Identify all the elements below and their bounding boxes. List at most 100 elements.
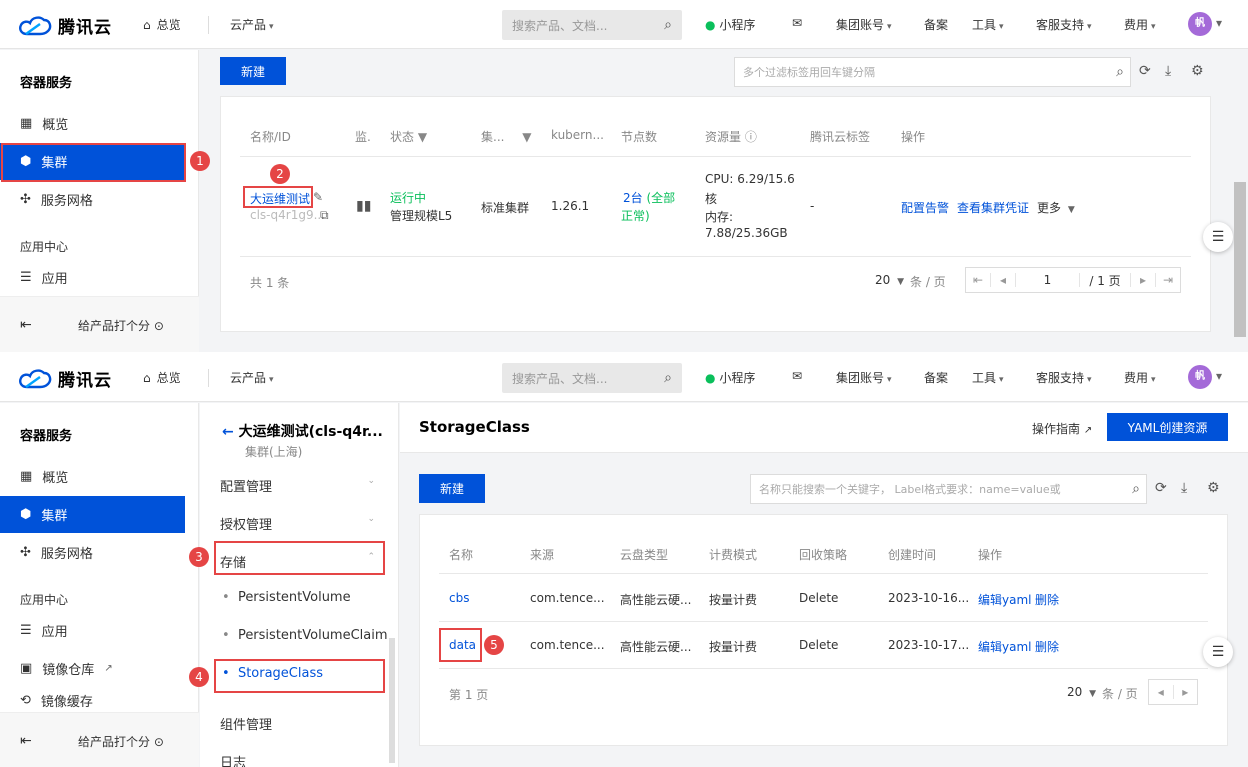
filter-icon[interactable]: ▼ <box>418 130 427 144</box>
created-cell: 2023-10-16... <box>888 591 970 605</box>
col-ops: 操作 <box>978 548 1003 562</box>
sidebar-item-image-cache[interactable]: ⟲ 镜像缓存 <box>0 688 185 712</box>
monitor-chart-icon[interactable]: ▮▮ <box>356 198 371 214</box>
list-toggle-icon[interactable]: ☰ <box>1203 222 1233 252</box>
global-search[interactable]: 搜索产品、文档... ⌕ <box>502 10 682 40</box>
col-status[interactable]: 状态 ▼ <box>390 128 427 145</box>
filter-icon[interactable]: ▼ <box>522 130 531 144</box>
new-cluster-button[interactable]: 新建 <box>220 57 286 85</box>
collapse-icon[interactable]: ⇤ <box>20 733 32 749</box>
download-icon[interactable]: ⤓ <box>1181 480 1187 496</box>
nav-group-account[interactable]: 集团账号 ▾ <box>836 16 892 33</box>
sidebar-item-image-repo[interactable]: ▣ 镜像仓库 ↗ <box>0 650 185 687</box>
last-page-icon[interactable]: ⇥ <box>1155 273 1180 287</box>
settings-icon[interactable]: ⚙ <box>1191 63 1204 79</box>
scrollbar[interactable] <box>1234 182 1246 337</box>
menu-components[interactable]: 组件管理 <box>220 714 272 733</box>
new-storageclass-button[interactable]: 新建 <box>419 474 485 503</box>
copy-icon[interactable]: ⧉ <box>320 208 329 223</box>
delete-link[interactable]: 删除 <box>1035 638 1059 655</box>
search-icon[interactable]: ⌕ <box>664 17 672 33</box>
next-page-icon[interactable]: ▸ <box>1174 685 1198 699</box>
refresh-icon[interactable]: ⟳ <box>1155 480 1167 496</box>
reclaim-cell: Delete <box>799 638 839 652</box>
sidebar-item-mesh[interactable]: ✣ 服务网格 <box>0 181 185 218</box>
nav-group-account[interactable]: 集团账号 ▾ <box>836 369 892 386</box>
nav-record[interactable]: 备案 <box>924 369 948 386</box>
back-link[interactable]: ← 大运维测试(cls-q4r... <box>222 421 383 441</box>
menu-logs[interactable]: 日志 <box>220 752 246 767</box>
chevron-down-icon[interactable]: ▾ <box>1216 369 1222 383</box>
nav-mini-program[interactable]: ● 小程序 <box>705 369 755 386</box>
prev-page-icon[interactable]: ◂ <box>991 273 1016 287</box>
callout-badge: 1 <box>190 151 210 171</box>
mail-icon[interactable]: ✉ <box>792 16 802 30</box>
sidebar-item-app[interactable]: ☰ 应用 <box>0 612 185 649</box>
collapse-icon[interactable]: ⇤ <box>20 317 32 333</box>
page-size-select[interactable]: 20 ▼ <box>1067 685 1096 699</box>
avatar[interactable]: 帆 <box>1188 365 1212 389</box>
sidebar-item-app[interactable]: ☰ 应用 <box>0 259 185 296</box>
col-type[interactable]: 集... ▼ <box>481 128 532 145</box>
nav-fees[interactable]: 费用 ▾ <box>1124 369 1156 386</box>
sidebar-item-cluster[interactable]: ⬢ 集群 <box>0 496 185 533</box>
yaml-create-button[interactable]: YAML创建资源 <box>1107 413 1228 441</box>
filter-input[interactable]: 名称只能搜索一个关键字， Label格式要求：name=value或 ⌕ <box>750 474 1147 504</box>
edit-icon[interactable]: ✎ <box>313 190 323 204</box>
settings-icon[interactable]: ⚙ <box>1207 480 1220 496</box>
nav-home[interactable]: ⌂ 总览 <box>143 16 181 33</box>
nav-tools[interactable]: 工具 ▾ <box>972 369 1004 386</box>
list-toggle-icon[interactable]: ☰ <box>1203 637 1233 667</box>
filter-input[interactable]: 多个过滤标签用回车键分隔 ⌕ <box>734 57 1131 87</box>
prev-page-icon[interactable]: ◂ <box>1149 685 1174 699</box>
nav-home[interactable]: ⌂ 总览 <box>143 369 181 386</box>
menu-config[interactable]: 配置管理 ⌄ <box>220 476 375 495</box>
download-icon[interactable]: ⤓ <box>1165 63 1171 79</box>
global-search[interactable]: 搜索产品、文档... ⌕ <box>502 363 682 393</box>
refresh-icon[interactable]: ⟳ <box>1139 63 1151 79</box>
nav-support[interactable]: 客服支持 ▾ <box>1036 369 1092 386</box>
storageclass-name-link[interactable]: cbs <box>449 591 469 605</box>
nav-cloud-products[interactable]: 云产品 ▾ <box>230 369 274 386</box>
nav-record[interactable]: 备案 <box>924 16 948 33</box>
edit-yaml-link[interactable]: 编辑yaml <box>978 638 1031 655</box>
more-dropdown[interactable]: 更多 ▼ <box>1037 199 1075 216</box>
tencent-cloud-logo[interactable]: 腾讯云 <box>18 12 112 38</box>
nav-fees[interactable]: 费用 ▾ <box>1124 16 1156 33</box>
rate-product-link[interactable]: 给产品打个分 ⊙ <box>78 733 164 750</box>
submenu-scrollbar[interactable] <box>389 638 395 763</box>
tencent-cloud-logo[interactable]: 腾讯云 <box>18 365 112 391</box>
search-icon[interactable]: ⌕ <box>1116 64 1124 80</box>
edit-yaml-link[interactable]: 编辑yaml <box>978 591 1031 608</box>
info-icon[interactable]: ⓘ <box>745 130 757 144</box>
chevron-down-icon[interactable]: ▾ <box>1216 16 1222 30</box>
sidebar-item-overview[interactable]: ▦ 概览 <box>0 458 185 495</box>
nav-cloud-products[interactable]: 云产品 ▾ <box>230 16 274 33</box>
menu-auth[interactable]: 授权管理 ⌄ <box>220 514 375 533</box>
delete-link[interactable]: 删除 <box>1035 591 1059 608</box>
page-size-select[interactable]: 20 ▼ <box>875 273 904 287</box>
next-page-icon[interactable]: ▸ <box>1130 273 1155 287</box>
divider <box>240 256 1191 257</box>
view-credential-link[interactable]: 查看集群凭证 <box>957 199 1029 216</box>
col-created: 创建时间 <box>888 548 937 562</box>
sidebar-item-mesh[interactable]: ✣ 服务网格 <box>0 534 185 571</box>
menu-pv[interactable]: • PersistentVolume <box>222 590 351 605</box>
guide-link[interactable]: 操作指南 ↗ <box>1032 420 1092 437</box>
arrow-left-icon[interactable]: ← <box>222 424 234 440</box>
search-icon[interactable]: ⌕ <box>664 370 672 386</box>
first-page-icon[interactable]: ⇤ <box>966 273 991 287</box>
config-alarm-link[interactable]: 配置告警 <box>901 199 949 216</box>
nav-mini-program[interactable]: ● 小程序 <box>705 16 755 33</box>
nav-tools[interactable]: 工具 ▾ <box>972 16 1004 33</box>
rate-product-link[interactable]: 给产品打个分 ⊙ <box>78 317 164 334</box>
sidebar-title: 容器服务 <box>20 76 73 91</box>
avatar[interactable]: 帆 <box>1188 12 1212 36</box>
sidebar-item-overview[interactable]: ▦ 概览 <box>0 105 185 142</box>
nav-support[interactable]: 客服支持 ▾ <box>1036 16 1092 33</box>
page-input[interactable]: 1 <box>1016 273 1080 287</box>
mail-icon[interactable]: ✉ <box>792 369 802 383</box>
search-icon[interactable]: ⌕ <box>1132 481 1140 497</box>
menu-pvc[interactable]: • PersistentVolumeClaim <box>222 628 388 643</box>
nodes-count[interactable]: 2台 (全部 <box>623 189 675 206</box>
